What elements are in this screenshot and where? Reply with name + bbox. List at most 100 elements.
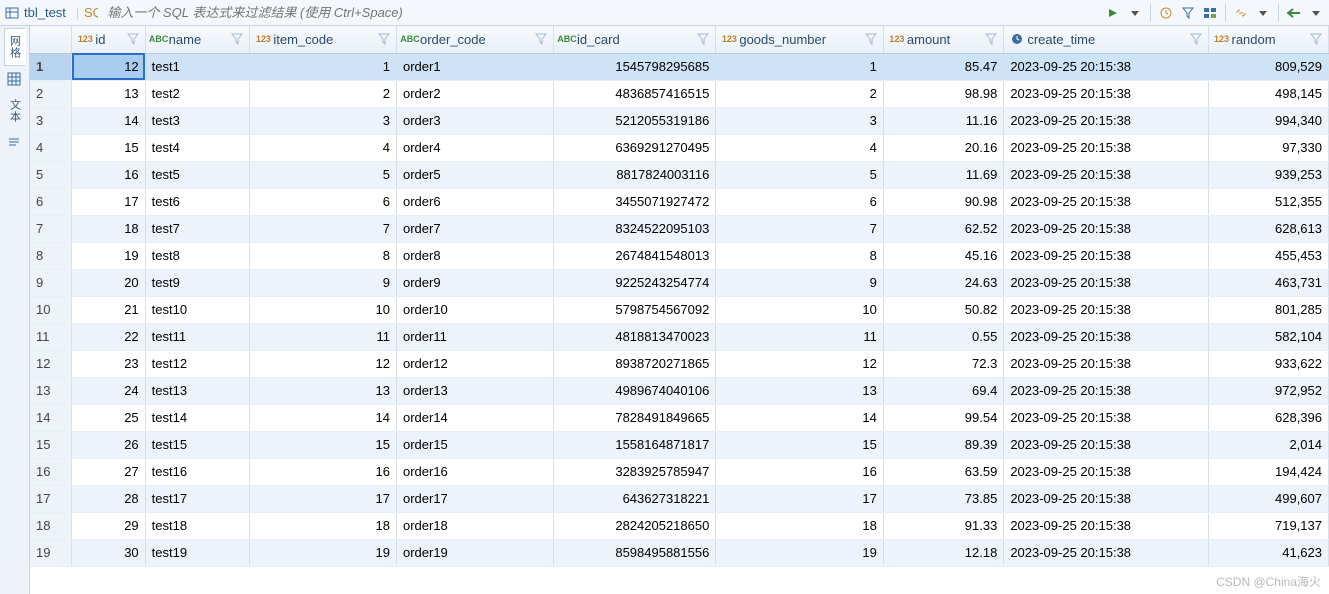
cell-id_card[interactable]: 8938720271865 xyxy=(554,350,716,377)
cell-amount[interactable]: 24.63 xyxy=(883,269,1003,296)
cell-name[interactable]: test9 xyxy=(145,269,250,296)
cell-order_code[interactable]: order8 xyxy=(396,242,553,269)
cell-id[interactable]: 25 xyxy=(72,404,145,431)
sql-filter-input[interactable] xyxy=(103,3,1098,22)
cell-name[interactable]: test8 xyxy=(145,242,250,269)
cell-item_code[interactable]: 2 xyxy=(250,80,397,107)
cell-id[interactable]: 16 xyxy=(72,161,145,188)
cell-name[interactable]: test13 xyxy=(145,377,250,404)
rownum-cell[interactable]: 8 xyxy=(30,242,72,269)
cell-id_card[interactable]: 4836857416515 xyxy=(554,80,716,107)
cell-goods_number[interactable]: 10 xyxy=(716,296,884,323)
rownum-cell[interactable]: 13 xyxy=(30,377,72,404)
cell-order_code[interactable]: order2 xyxy=(396,80,553,107)
dropdown-button[interactable] xyxy=(1126,4,1144,22)
rownum-cell[interactable]: 6 xyxy=(30,188,72,215)
cell-create_time[interactable]: 2023-09-25 20:15:38 xyxy=(1004,134,1208,161)
cell-amount[interactable]: 63.59 xyxy=(883,458,1003,485)
cell-random[interactable]: 194,424 xyxy=(1208,458,1329,485)
cell-id_card[interactable]: 5212055319186 xyxy=(554,107,716,134)
history-button[interactable] xyxy=(1157,4,1175,22)
cell-id_card[interactable]: 4989674040106 xyxy=(554,377,716,404)
cell-id_card[interactable]: 3455071927472 xyxy=(554,188,716,215)
cell-goods_number[interactable]: 15 xyxy=(716,431,884,458)
cell-goods_number[interactable]: 8 xyxy=(716,242,884,269)
table-row[interactable]: 1021test1010order1057987545670921050.822… xyxy=(30,296,1329,323)
cell-random[interactable]: 499,607 xyxy=(1208,485,1329,512)
cell-amount[interactable]: 73.85 xyxy=(883,485,1003,512)
cell-item_code[interactable]: 17 xyxy=(250,485,397,512)
cell-name[interactable]: test11 xyxy=(145,323,250,350)
rownum-cell[interactable]: 1 xyxy=(30,53,72,80)
rownum-cell[interactable]: 5 xyxy=(30,161,72,188)
table-row[interactable]: 1425test1414order1478284918496651499.542… xyxy=(30,404,1329,431)
cell-amount[interactable]: 20.16 xyxy=(883,134,1003,161)
cell-goods_number[interactable]: 18 xyxy=(716,512,884,539)
cell-random[interactable]: 455,453 xyxy=(1208,242,1329,269)
cell-name[interactable]: test1 xyxy=(145,53,250,80)
link-button[interactable] xyxy=(1232,4,1250,22)
cell-item_code[interactable]: 12 xyxy=(250,350,397,377)
cell-create_time[interactable]: 2023-09-25 20:15:38 xyxy=(1004,53,1208,80)
cell-id_card[interactable]: 4818813470023 xyxy=(554,323,716,350)
cell-name[interactable]: test5 xyxy=(145,161,250,188)
cell-id_card[interactable]: 8817824003116 xyxy=(554,161,716,188)
cell-create_time[interactable]: 2023-09-25 20:15:38 xyxy=(1004,107,1208,134)
col-header-item_code[interactable]: 123item_code xyxy=(250,26,397,53)
cell-order_code[interactable]: order17 xyxy=(396,485,553,512)
cell-id[interactable]: 22 xyxy=(72,323,145,350)
cell-id[interactable]: 24 xyxy=(72,377,145,404)
cell-order_code[interactable]: order5 xyxy=(396,161,553,188)
cell-amount[interactable]: 90.98 xyxy=(883,188,1003,215)
cell-amount[interactable]: 99.54 xyxy=(883,404,1003,431)
table-row[interactable]: 415test44order46369291270495420.162023-0… xyxy=(30,134,1329,161)
cell-order_code[interactable]: order16 xyxy=(396,458,553,485)
cell-amount[interactable]: 85.47 xyxy=(883,53,1003,80)
cell-create_time[interactable]: 2023-09-25 20:15:38 xyxy=(1004,215,1208,242)
cell-goods_number[interactable]: 11 xyxy=(716,323,884,350)
cell-amount[interactable]: 50.82 xyxy=(883,296,1003,323)
cell-id[interactable]: 28 xyxy=(72,485,145,512)
cell-create_time[interactable]: 2023-09-25 20:15:38 xyxy=(1004,188,1208,215)
cell-id_card[interactable]: 1545798295685 xyxy=(554,53,716,80)
cell-id_card[interactable]: 1558164871817 xyxy=(554,431,716,458)
table-row[interactable]: 1829test1818order1828242052186501891.332… xyxy=(30,512,1329,539)
cell-item_code[interactable]: 13 xyxy=(250,377,397,404)
cell-name[interactable]: test2 xyxy=(145,80,250,107)
cell-random[interactable]: 498,145 xyxy=(1208,80,1329,107)
cell-random[interactable]: 582,104 xyxy=(1208,323,1329,350)
cell-item_code[interactable]: 19 xyxy=(250,539,397,566)
cell-order_code[interactable]: order10 xyxy=(396,296,553,323)
cell-random[interactable]: 628,613 xyxy=(1208,215,1329,242)
filter-button[interactable] xyxy=(1179,4,1197,22)
cell-order_code[interactable]: order6 xyxy=(396,188,553,215)
cell-amount[interactable]: 11.16 xyxy=(883,107,1003,134)
cell-create_time[interactable]: 2023-09-25 20:15:38 xyxy=(1004,404,1208,431)
cell-create_time[interactable]: 2023-09-25 20:15:38 xyxy=(1004,350,1208,377)
cell-id[interactable]: 14 xyxy=(72,107,145,134)
cell-id[interactable]: 29 xyxy=(72,512,145,539)
table-row[interactable]: 718test77order78324522095103762.522023-0… xyxy=(30,215,1329,242)
cell-order_code[interactable]: order19 xyxy=(396,539,553,566)
cell-amount[interactable]: 45.16 xyxy=(883,242,1003,269)
cell-item_code[interactable]: 5 xyxy=(250,161,397,188)
cell-name[interactable]: test4 xyxy=(145,134,250,161)
cell-random[interactable]: 972,952 xyxy=(1208,377,1329,404)
cell-name[interactable]: test19 xyxy=(145,539,250,566)
rownum-cell[interactable]: 19 xyxy=(30,539,72,566)
cell-create_time[interactable]: 2023-09-25 20:15:38 xyxy=(1004,512,1208,539)
cell-random[interactable]: 463,731 xyxy=(1208,269,1329,296)
cell-create_time[interactable]: 2023-09-25 20:15:38 xyxy=(1004,296,1208,323)
table-row[interactable]: 213test22order24836857416515298.982023-0… xyxy=(30,80,1329,107)
rownum-cell[interactable]: 12 xyxy=(30,350,72,377)
cell-id[interactable]: 19 xyxy=(72,242,145,269)
cell-goods_number[interactable]: 16 xyxy=(716,458,884,485)
cell-random[interactable]: 719,137 xyxy=(1208,512,1329,539)
cell-name[interactable]: test14 xyxy=(145,404,250,431)
cell-goods_number[interactable]: 19 xyxy=(716,539,884,566)
rownum-cell[interactable]: 9 xyxy=(30,269,72,296)
cell-id[interactable]: 26 xyxy=(72,431,145,458)
cell-goods_number[interactable]: 1 xyxy=(716,53,884,80)
cell-random[interactable]: 801,285 xyxy=(1208,296,1329,323)
col-header-id[interactable]: 123id xyxy=(72,26,145,53)
